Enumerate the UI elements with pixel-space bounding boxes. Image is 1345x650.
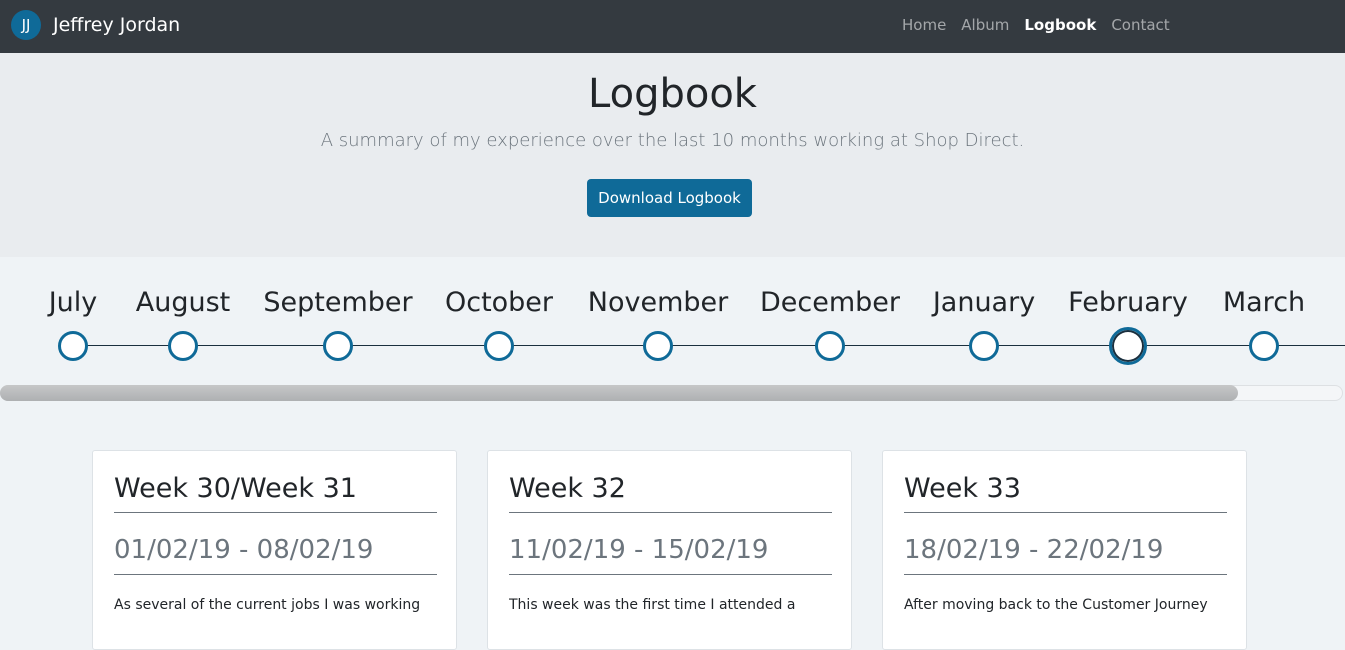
timeline-label-january: January: [932, 287, 1036, 318]
timeline-dot-january[interactable]: [969, 331, 999, 361]
timeline-dot-september[interactable]: [323, 331, 353, 361]
timeline-label-july: July: [48, 287, 98, 318]
card-excerpt: After moving back to the Customer Journe…: [904, 597, 1208, 613]
card-excerpt: This week was the first time I attended …: [509, 597, 796, 613]
timeline-dot-october[interactable]: [484, 331, 514, 361]
timeline-label-november: November: [587, 287, 729, 318]
month-timeline: July August September October November D…: [0, 257, 1345, 407]
timeline-label-september: September: [263, 287, 413, 318]
timeline-label-february: February: [1068, 287, 1188, 318]
timeline-label-march: March: [1222, 287, 1306, 318]
card-divider: [509, 512, 832, 513]
card-date-range: 01/02/19 - 08/02/19: [114, 535, 374, 565]
timeline-dot-august[interactable]: [168, 331, 198, 361]
page-title: Logbook: [588, 71, 757, 117]
timeline-dot-november[interactable]: [643, 331, 673, 361]
top-navbar: JJ Jeffrey Jordan Home Album Logbook Con…: [0, 0, 1345, 53]
card-title: Week 30/Week 31: [114, 473, 357, 504]
card-excerpt: As several of the current jobs I was wor…: [114, 597, 421, 613]
card-divider: [904, 512, 1227, 513]
week-card: Week 33 18/02/19 - 22/02/19 After moving…: [882, 450, 1247, 650]
nav-link-logbook[interactable]: Logbook: [1024, 16, 1096, 34]
nav-link-home[interactable]: Home: [902, 16, 946, 34]
page-lead: A summary of my experience over the last…: [320, 130, 1025, 151]
nav-menu: Home Album Logbook Contact: [902, 16, 1185, 34]
nav-link-album[interactable]: Album: [961, 16, 1009, 34]
card-date-range: 11/02/19 - 15/02/19: [509, 535, 769, 565]
timeline-dot-march[interactable]: [1249, 331, 1279, 361]
week-card: Week 30/Week 31 01/02/19 - 08/02/19 As s…: [92, 450, 457, 650]
brand-logo: JJ: [11, 10, 41, 40]
week-card: Week 32 11/02/19 - 15/02/19 This week wa…: [487, 450, 852, 650]
timeline-label-december: December: [759, 287, 901, 318]
nav-link-contact[interactable]: Contact: [1111, 16, 1169, 34]
card-divider: [904, 574, 1227, 575]
timeline-dot-december[interactable]: [815, 331, 845, 361]
card-date-range: 18/02/19 - 22/02/19: [904, 535, 1164, 565]
timeline-label-october: October: [444, 287, 554, 318]
brand-name: Jeffrey Jordan: [53, 14, 181, 36]
card-divider: [114, 574, 437, 575]
brand-link[interactable]: JJ Jeffrey Jordan: [11, 10, 180, 40]
download-logbook-button[interactable]: Download Logbook: [587, 179, 752, 217]
card-title: Week 33: [904, 473, 1021, 504]
card-divider: [509, 574, 832, 575]
header-jumbotron: Logbook A summary of my experience over …: [0, 53, 1345, 257]
timeline-dot-july[interactable]: [58, 331, 88, 361]
card-divider: [114, 512, 437, 513]
card-title: Week 32: [509, 473, 626, 504]
timeline-line: [60, 345, 1345, 346]
timeline-scrollbar-thumb[interactable]: [0, 385, 1238, 401]
timeline-label-august: August: [135, 287, 231, 318]
timeline-dot-february-current[interactable]: [1109, 327, 1147, 365]
